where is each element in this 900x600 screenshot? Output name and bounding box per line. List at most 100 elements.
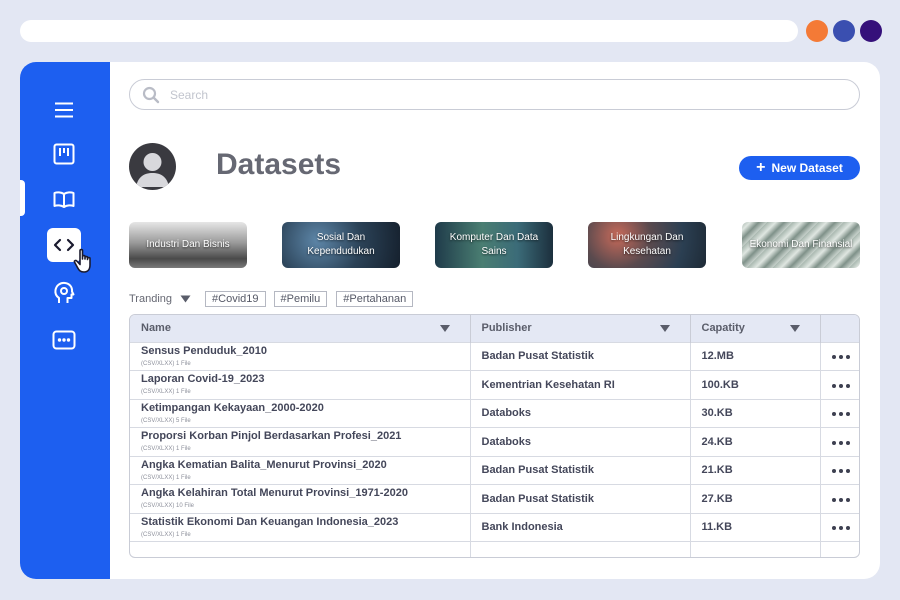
publisher-cell: Kementrian Kesehatan RI [470,370,691,399]
dataset-name[interactable]: Proporsi Korban Pinjol Berdasarkan Profe… [141,430,470,443]
category-card-industri[interactable]: Industri Dan Bisnis [129,222,247,268]
dataset-cell: Sensus Penduduk_2010 (CSV/XLXX) 1 File [130,341,471,371]
dataset-meta: (CSV/XLXX) 5 File [141,417,191,424]
column-header-name[interactable]: Name [130,315,471,342]
search-input[interactable] [170,87,810,102]
category-label: Ekonomi Dan Finansial [749,239,853,250]
category-label: Industri Dan Bisnis [146,239,230,250]
window-control-blue[interactable] [833,20,855,42]
table-row[interactable]: Laporan Covid-19_2023 (CSV/XLXX) 1 File K… [130,370,859,399]
publisher-cell: Bank Indonesia [470,512,691,542]
more-horizontal-icon [831,526,850,531]
sidebar-item-more[interactable] [47,323,81,357]
sort-caret-icon[interactable] [439,325,450,332]
dataset-cell: Angka Kelahiran Total Menurut Provinsi_1… [130,484,471,513]
caret-down-icon [180,295,191,303]
empty-cell [130,541,471,557]
more-box-icon [52,330,76,350]
table-row[interactable]: Angka Kematian Balita_Menurut Provinsi_2… [130,455,859,485]
capacity-cell: 12.MB [690,341,821,371]
tag-pertahanan[interactable]: #Pertahanan [336,291,414,307]
table-row[interactable]: Statistik Ekonomi Dan Keuangan Indonesia… [130,512,859,542]
row-more-button[interactable] [820,427,859,456]
avatar[interactable] [129,143,176,190]
sidebar-item-menu[interactable] [47,93,81,127]
publisher-cell: Badan Pusat Statistik [470,484,691,513]
empty-cell [690,541,821,557]
dataset-cell: Angka Kematian Balita_Menurut Provinsi_2… [130,455,471,485]
dataset-cell: Laporan Covid-19_2023 (CSV/XLXX) 1 File [130,370,471,399]
sidebar-item-intelligence[interactable] [47,276,81,310]
sidebar [20,62,110,579]
search-bar[interactable] [129,79,860,110]
trending-label: Tranding [129,293,173,305]
category-card-lingkungan[interactable]: Lingkungan Dan Kesehatan [588,222,706,268]
category-card-komputer[interactable]: Komputer Dan Data Sains [435,222,553,268]
table-row[interactable]: Sensus Penduduk_2010 (CSV/XLXX) 1 File Ba… [130,341,859,371]
column-header-publisher[interactable]: Publisher [470,315,691,342]
column-label: Name [141,322,171,335]
dataset-name[interactable]: Sensus Penduduk_2010 [141,345,470,358]
category-label: Lingkungan Dan Kesehatan [610,232,684,257]
new-dataset-label: New Dataset [771,161,843,175]
empty-cell [470,541,691,557]
table-row[interactable]: Proporsi Korban Pinjol Berdasarkan Profe… [130,427,859,456]
dataset-meta: (CSV/XLXX) 1 File [141,446,191,453]
row-more-button[interactable] [820,512,859,542]
category-card-sosial[interactable]: Sosial Dan Kependudukan [282,222,400,268]
row-more-button[interactable] [820,455,859,485]
head-gear-icon [54,281,75,303]
category-card-ekonomi[interactable]: Ekonomi Dan Finansial [742,222,860,268]
dataset-meta: (CSV/XLXX) 1 File [141,474,191,481]
capacity-cell: 11.KB [690,512,821,542]
tag-covid19[interactable]: #Covid19 [205,291,266,307]
window-controls [806,20,882,42]
more-horizontal-icon [831,355,850,360]
more-horizontal-icon [831,383,850,388]
column-label: Capatity [701,322,745,335]
dataset-name[interactable]: Ketimpangan Kekayaan_2000-2020 [141,402,470,415]
dataset-meta: (CSV/XLXX) 1 File [141,389,191,396]
dataset-name[interactable]: Angka Kematian Balita_Menurut Provinsi_2… [141,459,470,472]
row-more-button[interactable] [820,398,859,428]
dataset-name[interactable]: Laporan Covid-19_2023 [141,373,470,386]
book-icon [53,191,75,208]
sort-caret-icon[interactable] [659,325,670,332]
plus-icon: + [756,159,766,176]
row-more-button[interactable] [820,370,859,399]
new-dataset-button[interactable]: + New Dataset [739,156,860,180]
tag-pemilu[interactable]: #Pemilu [273,291,328,307]
column-label: Publisher [481,322,532,335]
more-horizontal-icon [831,412,850,417]
window-control-orange[interactable] [806,20,828,42]
capacity-cell: 21.KB [690,455,821,485]
menu-icon [55,102,73,118]
page-title: Datasets [216,148,342,181]
category-label: Sosial Dan Kependudukan [307,232,375,257]
sidebar-item-board[interactable] [47,137,81,171]
datasets-table: Name Publisher Capatity Sensus Penduduk_… [129,314,860,558]
column-header-capacity[interactable]: Capatity [690,315,821,342]
table-row-empty [130,541,859,557]
dataset-name[interactable]: Angka Kelahiran Total Menurut Provinsi_1… [141,487,470,500]
row-more-button[interactable] [820,484,859,513]
publisher-cell: Databoks [470,427,691,456]
publisher-cell: Databoks [470,398,691,428]
dataset-meta: (CSV/XLXX) 10 File [141,503,195,510]
table-row[interactable]: Ketimpangan Kekayaan_2000-2020 (CSV/XLXX)… [130,398,859,428]
dataset-name[interactable]: Statistik Ekonomi Dan Keuangan Indonesia… [141,516,470,529]
sort-caret-icon[interactable] [789,325,800,332]
sidebar-active-marker [20,180,25,216]
capacity-cell: 30.KB [690,398,821,428]
trending-dropdown[interactable]: Tranding [129,293,191,305]
window-control-purple[interactable] [860,20,882,42]
table-row[interactable]: Angka Kelahiran Total Menurut Provinsi_1… [130,484,859,513]
user-avatar-icon [136,153,169,187]
category-label: Komputer Dan Data Sains [449,232,539,257]
dataset-cell: Proporsi Korban Pinjol Berdasarkan Profe… [130,427,471,456]
row-more-button[interactable] [820,341,859,371]
more-horizontal-icon [831,440,850,445]
sidebar-item-book[interactable] [47,182,81,216]
address-bar[interactable] [20,20,798,42]
search-icon [142,86,160,103]
